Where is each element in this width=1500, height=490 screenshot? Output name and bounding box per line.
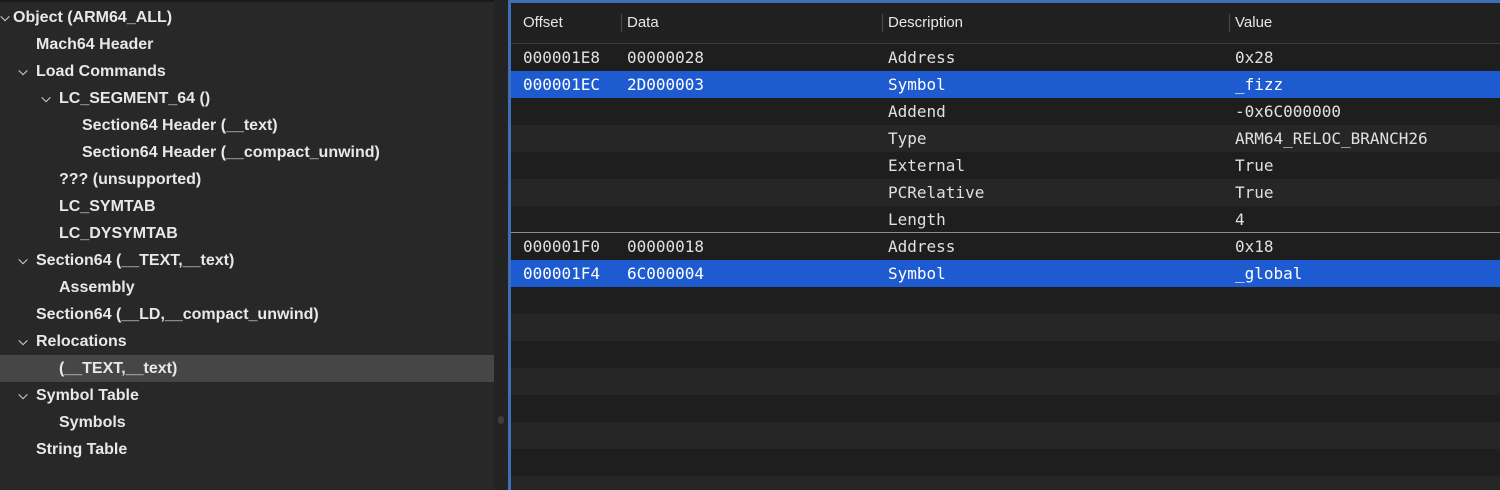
cell-description: PCRelative — [888, 183, 985, 202]
tree-item-lc-dysymtab[interactable]: LC_DYSYMTAB — [0, 220, 494, 247]
cell-value: True — [1235, 156, 1274, 175]
column-header-offset[interactable]: Offset — [523, 3, 563, 43]
tree-item-label: Section64 Header (__text) — [82, 117, 278, 134]
table-header: Offset Data Description Value — [511, 3, 1500, 44]
tree-item-object[interactable]: ⌵ Object (ARM64_ALL) — [0, 4, 494, 31]
tree-item-relocations[interactable]: ⌵ Relocations — [0, 328, 494, 355]
tree-item-label: ??? (unsupported) — [59, 171, 202, 188]
cell-description: External — [888, 156, 966, 175]
empty-row — [511, 395, 1500, 422]
tree-item-label: LC_SEGMENT_64 () — [59, 90, 211, 107]
outline-sidebar: ⌵ Object (ARM64_ALL) Mach64 Header ⌵ Loa… — [0, 0, 494, 490]
cell-offset: 000001F4 — [523, 264, 601, 283]
tree-item-label: Mach64 Header — [36, 36, 154, 53]
cell-value: True — [1235, 183, 1274, 202]
tree-item-label: String Table — [36, 441, 128, 458]
tree-item-label: Symbols — [59, 414, 126, 431]
cell-offset: 000001EC — [523, 75, 601, 94]
chevron-down-icon[interactable]: ⌵ — [16, 247, 30, 274]
table-row[interactable]: Type ARM64_RELOC_BRANCH26 — [511, 125, 1500, 152]
table-row[interactable]: PCRelative True — [511, 179, 1500, 206]
tree-item-relocations-text[interactable]: (__TEXT,__text) — [0, 355, 494, 382]
column-header-value[interactable]: Value — [1235, 3, 1272, 43]
column-separator[interactable] — [882, 14, 883, 32]
tree-item-label: Section64 Header (__compact_unwind) — [82, 144, 380, 161]
tree-item-string-table[interactable]: String Table — [0, 436, 494, 463]
table-row[interactable]: 000001E8 00000028 Address 0x28 — [511, 44, 1500, 71]
tree-item-unsupported[interactable]: ??? (unsupported) — [0, 166, 494, 193]
tree-item-label: Section64 (__TEXT,__text) — [36, 252, 235, 269]
tree-item-label: Object (ARM64_ALL) — [13, 9, 173, 26]
column-separator[interactable] — [1229, 14, 1230, 32]
tree-item-lc-symtab[interactable]: LC_SYMTAB — [0, 193, 494, 220]
cell-data: 00000028 — [627, 48, 705, 67]
column-header-description[interactable]: Description — [888, 3, 963, 43]
tree-item-label: LC_SYMTAB — [59, 198, 156, 215]
table-row[interactable]: 000001F0 00000018 Address 0x18 — [511, 232, 1500, 259]
empty-row — [511, 368, 1500, 395]
table-row-selected[interactable]: 000001EC 2D000003 Symbol _fizz — [511, 71, 1500, 98]
cell-offset: 000001F0 — [523, 237, 601, 256]
cell-description: Symbol — [888, 75, 946, 94]
tree-item-section64-text[interactable]: ⌵ Section64 (__TEXT,__text) — [0, 247, 494, 274]
tree-item-section64-header-text[interactable]: Section64 Header (__text) — [0, 112, 494, 139]
cell-value: _global — [1235, 264, 1303, 283]
cell-description: Address — [888, 237, 956, 256]
tree-item-load-commands[interactable]: ⌵ Load Commands — [0, 58, 494, 85]
tree-item-label: Section64 (__LD,__compact_unwind) — [36, 306, 319, 323]
tree-item-mach64-header[interactable]: Mach64 Header — [0, 31, 494, 58]
cell-data: 00000018 — [627, 237, 705, 256]
table-row[interactable]: Length 4 — [511, 206, 1500, 233]
empty-row — [511, 341, 1500, 368]
tree-item-label: Symbol Table — [36, 387, 139, 404]
cell-description: Symbol — [888, 264, 946, 283]
tree-item-label: Assembly — [59, 279, 135, 296]
tree-item-lc-segment-64[interactable]: ⌵ LC_SEGMENT_64 () — [0, 85, 494, 112]
cell-value: 4 — [1235, 210, 1245, 229]
tree-item-assembly[interactable]: Assembly — [0, 274, 494, 301]
table-row[interactable]: External True — [511, 152, 1500, 179]
cell-value: 0x28 — [1235, 48, 1274, 67]
column-separator[interactable] — [621, 14, 622, 32]
divider-handle[interactable] — [498, 416, 504, 424]
cell-value: ARM64_RELOC_BRANCH26 — [1235, 129, 1428, 148]
empty-row — [511, 287, 1500, 314]
tree-item-label: Relocations — [36, 333, 127, 350]
tree-item-symbols[interactable]: Symbols — [0, 409, 494, 436]
cell-value: _fizz — [1235, 75, 1284, 94]
tree-item-section64-header-compact-unwind[interactable]: Section64 Header (__compact_unwind) — [0, 139, 494, 166]
relocations-table[interactable]: Offset Data Description Value 000001E8 0… — [511, 3, 1500, 490]
sidebar-top-border — [0, 0, 494, 2]
tree-item-label: (__TEXT,__text) — [59, 360, 178, 377]
cell-value: 0x18 — [1235, 237, 1274, 256]
cell-data: 2D000003 — [627, 75, 705, 94]
empty-row — [511, 422, 1500, 449]
chevron-down-icon[interactable]: ⌵ — [0, 4, 12, 31]
cell-description: Length — [888, 210, 946, 229]
cell-description: Address — [888, 48, 956, 67]
tree-item-label: LC_DYSYMTAB — [59, 225, 178, 242]
split-view-divider[interactable] — [494, 0, 508, 490]
empty-row — [511, 476, 1500, 490]
chevron-down-icon[interactable]: ⌵ — [16, 328, 30, 355]
cell-data: 6C000004 — [627, 264, 705, 283]
empty-row — [511, 314, 1500, 341]
cell-offset: 000001E8 — [523, 48, 601, 67]
chevron-down-icon[interactable]: ⌵ — [16, 58, 30, 85]
chevron-down-icon[interactable]: ⌵ — [39, 85, 53, 112]
cell-value: -0x6C000000 — [1235, 102, 1341, 121]
cell-description: Type — [888, 129, 927, 148]
tree-item-section64-compact-unwind[interactable]: Section64 (__LD,__compact_unwind) — [0, 301, 494, 328]
table-row-selected[interactable]: 000001F4 6C000004 Symbol _global — [511, 260, 1500, 287]
tree-item-symbol-table[interactable]: ⌵ Symbol Table — [0, 382, 494, 409]
chevron-down-icon[interactable]: ⌵ — [16, 382, 30, 409]
tree-item-label: Load Commands — [36, 63, 166, 80]
cell-description: Addend — [888, 102, 946, 121]
column-header-data[interactable]: Data — [627, 3, 659, 43]
table-row[interactable]: Addend -0x6C000000 — [511, 98, 1500, 125]
empty-row — [511, 449, 1500, 476]
